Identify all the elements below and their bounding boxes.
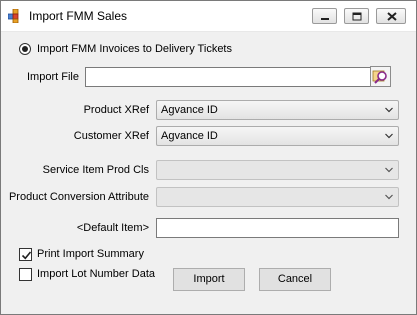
minimize-button[interactable]: [312, 8, 337, 24]
import-lot-number-data-checkbox[interactable]: [19, 268, 32, 281]
import-file-label: Import File: [27, 71, 79, 83]
import-button[interactable]: Import: [173, 268, 245, 291]
product-conversion-attribute-select[interactable]: [156, 187, 399, 207]
chevron-down-icon: [385, 167, 393, 173]
folder-search-icon: [372, 70, 387, 84]
product-xref-select[interactable]: Agvance ID: [156, 100, 399, 120]
product-conversion-attribute-label: Product Conversion Attribute: [8, 191, 149, 203]
customer-xref-select[interactable]: Agvance ID: [156, 126, 399, 146]
window-title: Import FMM Sales: [29, 9, 128, 23]
customer-xref-label: Customer XRef: [73, 130, 149, 142]
product-xref-label: Product XRef: [83, 104, 149, 116]
maximize-icon: [352, 12, 362, 21]
print-import-summary-checkbox[interactable]: [19, 248, 32, 261]
print-import-summary-label: Print Import Summary: [37, 248, 144, 260]
chevron-down-icon: [385, 194, 393, 200]
chevron-down-icon: [385, 107, 393, 113]
app-icon: [8, 9, 19, 23]
maximize-button[interactable]: [344, 8, 369, 24]
import-lot-number-data-label: Import Lot Number Data: [37, 268, 155, 280]
import-invoices-label: Import FMM Invoices to Delivery Tickets: [37, 43, 232, 55]
import-invoices-radio[interactable]: [19, 43, 31, 55]
browse-file-button[interactable]: [370, 66, 391, 87]
default-item-input[interactable]: [156, 218, 399, 238]
cancel-button[interactable]: Cancel: [259, 268, 331, 291]
import-file-input[interactable]: [85, 67, 371, 87]
chevron-down-icon: [385, 133, 393, 139]
service-item-prod-cls-label: Service Item Prod Cls: [42, 164, 149, 176]
import-fmm-sales-window: Import FMM Sales Import FMM Invoices to …: [0, 0, 417, 315]
close-button[interactable]: [376, 8, 406, 24]
minimize-icon: [321, 18, 329, 20]
title-bar: Import FMM Sales: [1, 1, 416, 32]
default-item-label: <Default Item>: [76, 222, 149, 234]
close-icon: [387, 12, 397, 21]
product-xref-value: Agvance ID: [161, 104, 218, 116]
checkmark-icon: [21, 251, 32, 260]
customer-xref-value: Agvance ID: [161, 130, 218, 142]
service-item-prod-cls-select[interactable]: [156, 160, 399, 180]
